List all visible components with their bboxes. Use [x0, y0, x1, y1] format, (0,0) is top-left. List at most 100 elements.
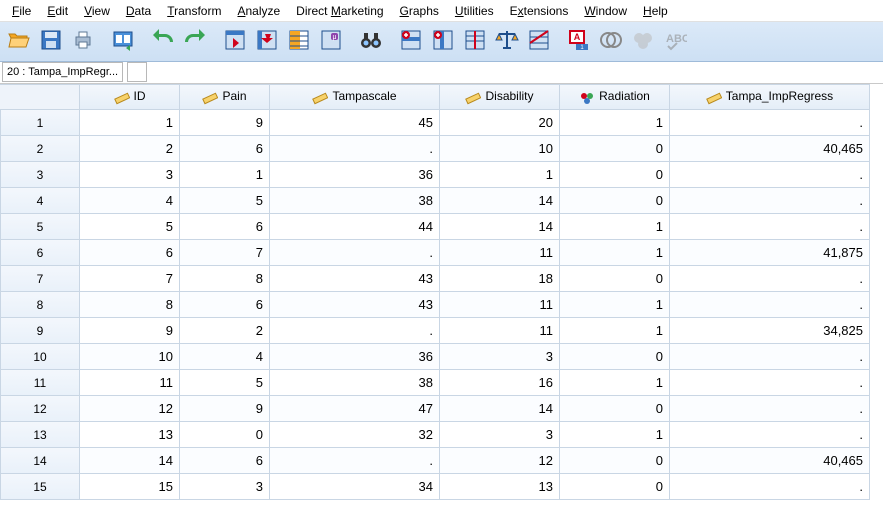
cell[interactable]: 0	[560, 162, 670, 188]
cell[interactable]: 34,825	[670, 318, 870, 344]
colhead-pain[interactable]: Pain	[180, 84, 270, 110]
cell[interactable]: 4	[80, 188, 180, 214]
row-header[interactable]: 6	[0, 240, 80, 266]
cell[interactable]: .	[670, 396, 870, 422]
data-grid[interactable]: ID Pain Tampascale Disability Radiation …	[0, 84, 883, 515]
cell[interactable]: 20	[440, 110, 560, 136]
cell[interactable]: .	[270, 448, 440, 474]
row-header[interactable]: 9	[0, 318, 80, 344]
cell[interactable]: 0	[560, 344, 670, 370]
cell[interactable]: 11	[80, 370, 180, 396]
cell[interactable]: 16	[440, 370, 560, 396]
colhead-id[interactable]: ID	[80, 84, 180, 110]
row-header[interactable]: 14	[0, 448, 80, 474]
cell[interactable]: 12	[80, 396, 180, 422]
cell[interactable]: 43	[270, 292, 440, 318]
cell[interactable]: .	[270, 240, 440, 266]
cell[interactable]: 44	[270, 214, 440, 240]
cell[interactable]: 41,875	[670, 240, 870, 266]
recall-dialog-button[interactable]	[108, 27, 138, 57]
row-header[interactable]: 2	[0, 136, 80, 162]
save-button[interactable]	[36, 27, 66, 57]
menu-utilities[interactable]: Utilities	[447, 2, 502, 20]
cell[interactable]: 14	[440, 214, 560, 240]
menu-window[interactable]: Window	[576, 2, 635, 20]
cell[interactable]: 2	[80, 136, 180, 162]
cell[interactable]: 38	[270, 370, 440, 396]
row-header[interactable]: 13	[0, 422, 80, 448]
find-button[interactable]	[356, 27, 386, 57]
row-header[interactable]: 10	[0, 344, 80, 370]
cell[interactable]: 2	[180, 318, 270, 344]
cell[interactable]: 6	[180, 448, 270, 474]
variables-button[interactable]	[284, 27, 314, 57]
cell[interactable]: 8	[80, 292, 180, 318]
cell[interactable]: 7	[80, 266, 180, 292]
cell[interactable]: 1	[560, 370, 670, 396]
value-labels-button[interactable]: A1	[564, 27, 594, 57]
weight-cases-button[interactable]	[492, 27, 522, 57]
cell[interactable]: 8	[180, 266, 270, 292]
cell[interactable]: 15	[80, 474, 180, 500]
colhead-tampascale[interactable]: Tampascale	[270, 84, 440, 110]
cell[interactable]: 11	[440, 240, 560, 266]
cell[interactable]: 7	[180, 240, 270, 266]
cell[interactable]: 3	[180, 474, 270, 500]
cell[interactable]: 3	[440, 344, 560, 370]
cell[interactable]: 11	[440, 318, 560, 344]
cell[interactable]: 36	[270, 162, 440, 188]
row-header[interactable]: 15	[0, 474, 80, 500]
cell[interactable]: 1	[80, 110, 180, 136]
cell[interactable]: 9	[80, 318, 180, 344]
cell[interactable]: 14	[440, 396, 560, 422]
cell[interactable]: .	[670, 422, 870, 448]
colhead-radiation[interactable]: Radiation	[560, 84, 670, 110]
row-header[interactable]: 4	[0, 188, 80, 214]
cell[interactable]: 47	[270, 396, 440, 422]
spellcheck-button[interactable]: ABC	[660, 27, 690, 57]
cell[interactable]: 32	[270, 422, 440, 448]
cell[interactable]: 1	[560, 318, 670, 344]
cell[interactable]: .	[670, 188, 870, 214]
row-header[interactable]: 3	[0, 162, 80, 188]
cell[interactable]: 1	[560, 110, 670, 136]
insert-cases-button[interactable]	[396, 27, 426, 57]
undo-button[interactable]	[148, 27, 178, 57]
cell[interactable]: 1	[560, 292, 670, 318]
insert-variable-button[interactable]	[428, 27, 458, 57]
cell[interactable]: 0	[560, 188, 670, 214]
row-header[interactable]: 1	[0, 110, 80, 136]
cell[interactable]: 13	[440, 474, 560, 500]
cell-reference[interactable]: 20 : Tampa_ImpRegr...	[2, 62, 123, 82]
menu-extensions[interactable]: Extensions	[502, 2, 577, 20]
cell-value-input[interactable]	[127, 62, 147, 82]
colhead-disability[interactable]: Disability	[440, 84, 560, 110]
row-header[interactable]: 8	[0, 292, 80, 318]
cell[interactable]: 9	[180, 110, 270, 136]
print-button[interactable]	[68, 27, 98, 57]
cell[interactable]: 12	[440, 448, 560, 474]
cell[interactable]: 6	[180, 292, 270, 318]
cell[interactable]: 5	[180, 370, 270, 396]
menu-transform[interactable]: Transform	[159, 2, 229, 20]
cell[interactable]: .	[270, 136, 440, 162]
cell[interactable]: .	[670, 214, 870, 240]
cell[interactable]: 6	[180, 136, 270, 162]
cell[interactable]: 45	[270, 110, 440, 136]
redo-button[interactable]	[180, 27, 210, 57]
cell[interactable]: 14	[440, 188, 560, 214]
cell[interactable]: 40,465	[670, 448, 870, 474]
cell[interactable]: 40,465	[670, 136, 870, 162]
cell[interactable]: 10	[80, 344, 180, 370]
cell[interactable]: 3	[440, 422, 560, 448]
cell[interactable]: .	[670, 110, 870, 136]
menu-edit[interactable]: Edit	[39, 2, 76, 20]
cell[interactable]: 0	[560, 474, 670, 500]
cell[interactable]: .	[670, 292, 870, 318]
cell[interactable]: 18	[440, 266, 560, 292]
cell[interactable]: .	[670, 266, 870, 292]
cell[interactable]: 6	[180, 214, 270, 240]
cell[interactable]: 0	[560, 266, 670, 292]
cell[interactable]: 43	[270, 266, 440, 292]
corner-cell[interactable]	[0, 84, 80, 110]
